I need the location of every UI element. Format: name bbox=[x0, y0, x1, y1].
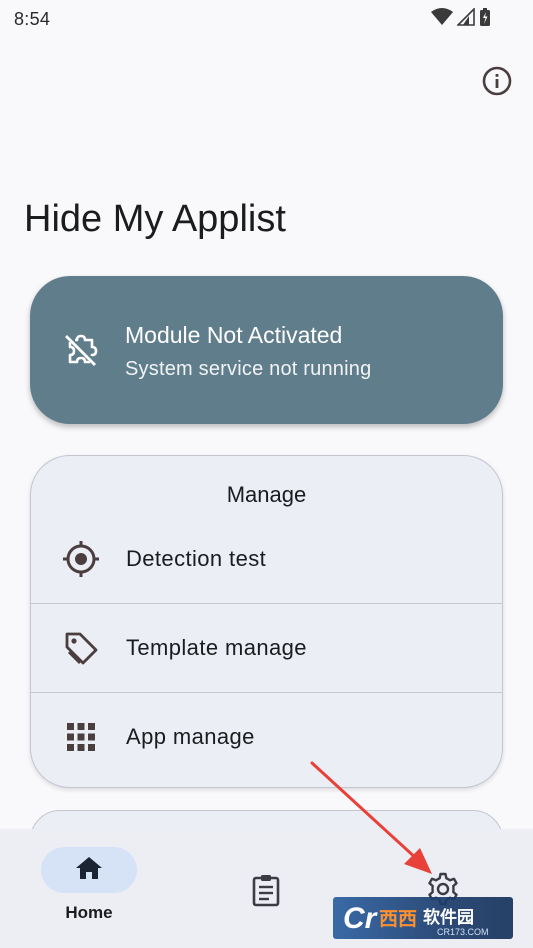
nav-logs[interactable] bbox=[246, 829, 286, 948]
manage-header: Manage bbox=[226, 482, 307, 507]
module-status-subtitle: System service not running bbox=[125, 358, 372, 380]
app-manage-item[interactable]: App manage bbox=[31, 693, 502, 781]
nav-home-label: Home bbox=[65, 903, 113, 922]
grid-icon bbox=[61, 717, 101, 757]
nav-home[interactable]: Home bbox=[41, 829, 137, 948]
battery-icon bbox=[479, 7, 491, 32]
extension-off-icon bbox=[61, 331, 99, 369]
svg-text:Cr: Cr bbox=[343, 902, 379, 935]
info-icon bbox=[481, 65, 513, 102]
signal-icon bbox=[456, 6, 475, 31]
status-bar: 8:54 bbox=[0, 0, 533, 38]
app-manage-label: App manage bbox=[126, 724, 255, 749]
info-button[interactable] bbox=[481, 65, 513, 102]
clipboard-icon bbox=[250, 873, 282, 912]
manage-card: Manage Detection test Template manage Ap… bbox=[30, 455, 503, 788]
nav-home-indicator bbox=[41, 847, 137, 893]
page-title: Hide My Applist bbox=[24, 198, 286, 240]
module-status-card[interactable]: Module Not Activated System service not … bbox=[30, 276, 503, 424]
home-icon bbox=[74, 853, 104, 888]
svg-text:CR173.COM: CR173.COM bbox=[437, 927, 489, 937]
watermark-logo: Cr 西西 软件园 CR173.COM bbox=[333, 897, 513, 939]
template-manage-label: Template manage bbox=[126, 635, 307, 660]
svg-text:软件园: 软件园 bbox=[423, 907, 474, 928]
status-time: 8:54 bbox=[14, 8, 51, 29]
template-manage-item[interactable]: Template manage bbox=[31, 604, 502, 692]
target-icon bbox=[61, 539, 101, 579]
tag-icon bbox=[61, 628, 101, 668]
module-status-title: Module Not Activated bbox=[125, 322, 343, 348]
wifi-icon bbox=[431, 7, 453, 31]
status-icons bbox=[431, 6, 491, 32]
detection-test-item[interactable]: Detection test bbox=[31, 515, 502, 603]
svg-text:西西: 西西 bbox=[379, 908, 417, 930]
detection-test-label: Detection test bbox=[126, 546, 267, 571]
